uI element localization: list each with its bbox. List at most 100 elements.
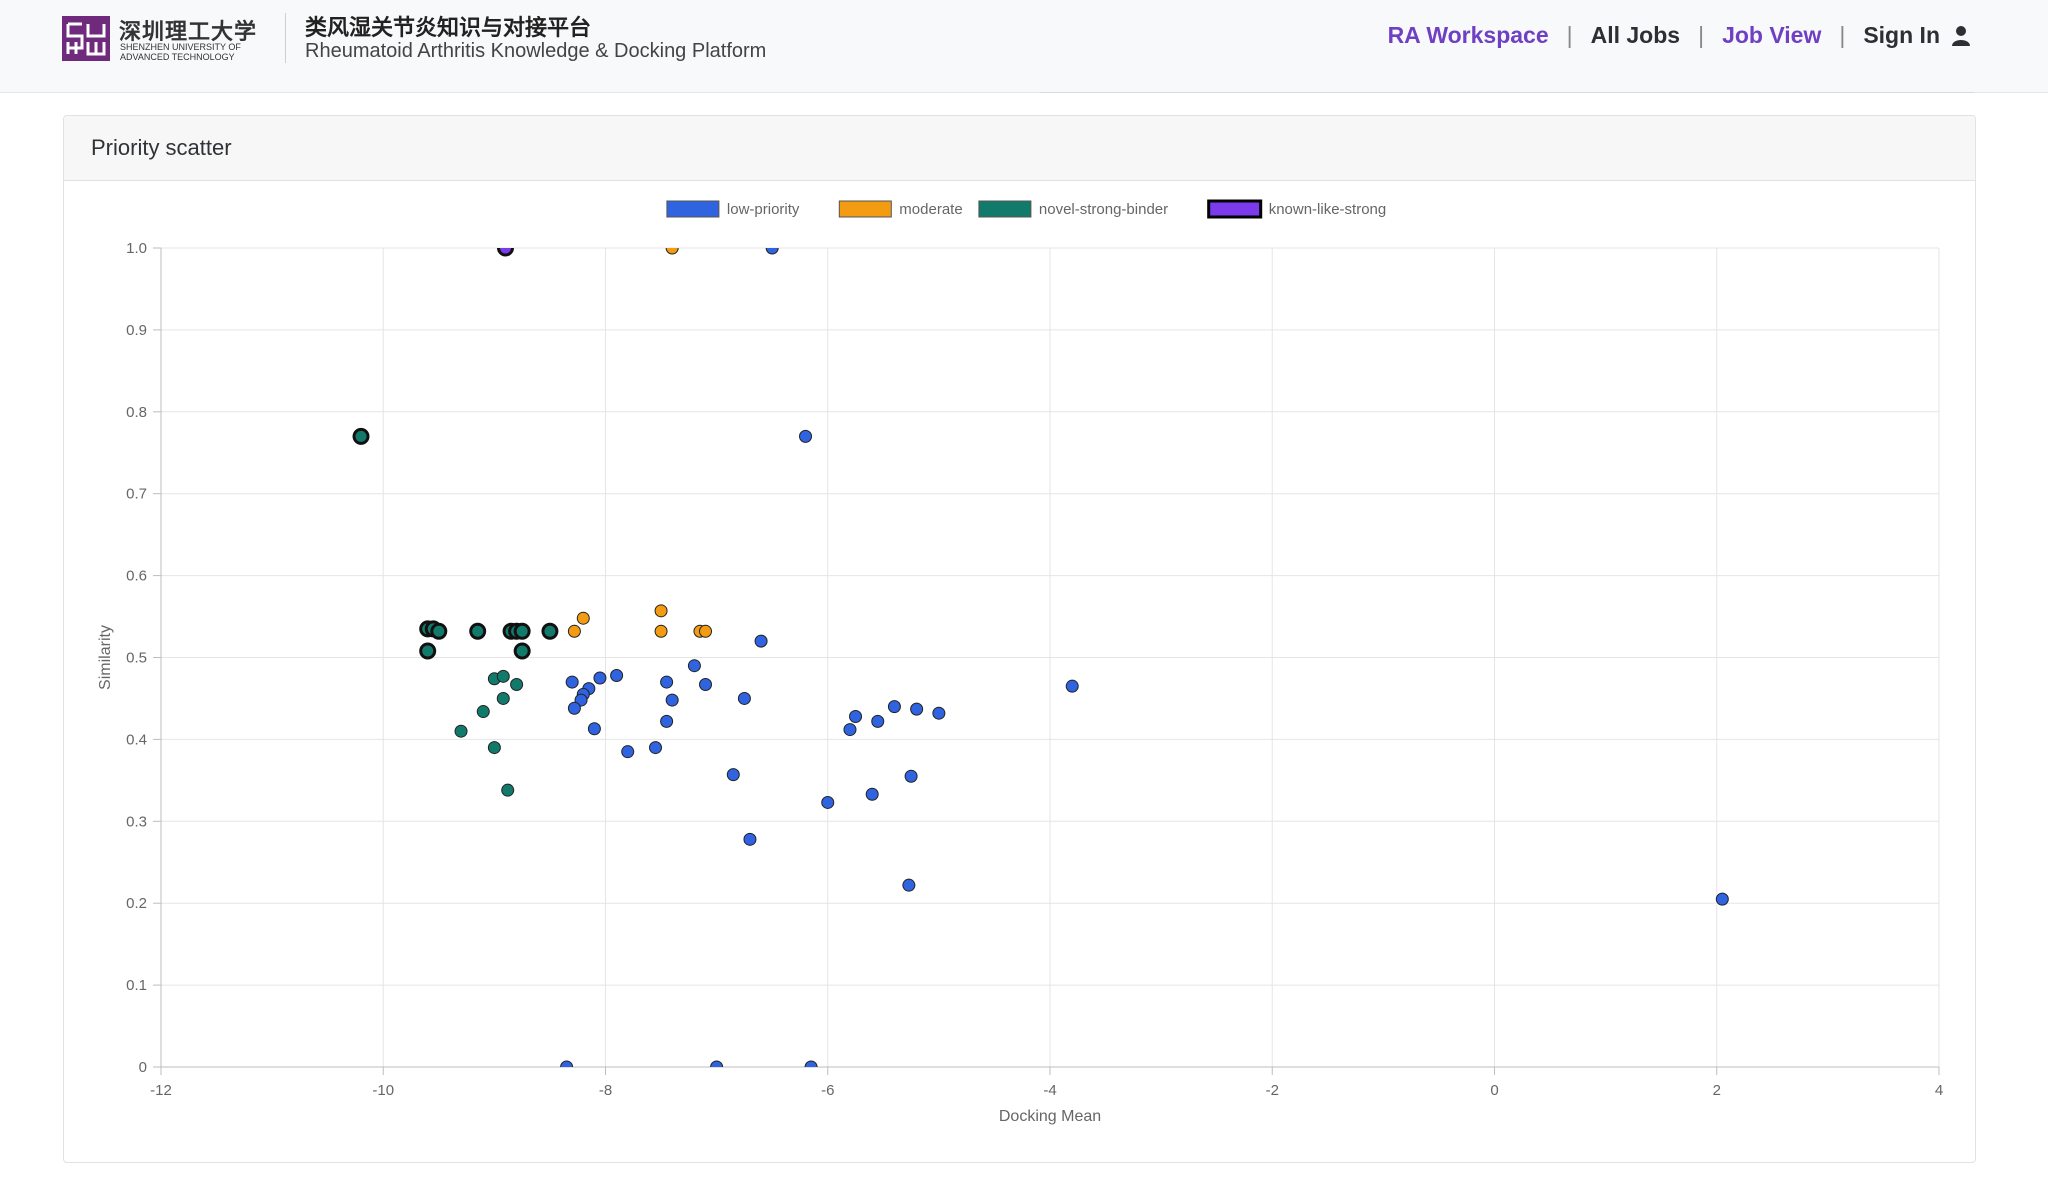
x-tick-label: -6	[821, 1082, 834, 1099]
legend-swatch-low-priority	[666, 200, 720, 218]
data-point-low-priority	[849, 709, 863, 723]
data-point-known-like-strong	[496, 248, 514, 257]
legend-label-novel-strong-binder: novel-strong-binder	[1039, 201, 1168, 218]
main-nav: RA Workspace | All Jobs | Job View | Sig…	[1388, 22, 1970, 49]
data-point-novel-strong-binder	[496, 669, 510, 683]
data-point-low-priority	[1715, 892, 1729, 906]
y-axis-title: Similarity	[97, 625, 114, 690]
nav-separator: |	[1698, 22, 1705, 48]
nav-ra-workspace[interactable]: RA Workspace	[1388, 22, 1549, 49]
data-point-novel-strong-binder	[469, 622, 487, 640]
data-point-novel-strong-binder	[476, 705, 490, 719]
data-point-low-priority	[754, 634, 768, 648]
y-tick-label: 0.2	[126, 895, 147, 912]
priority-scatter-card: Priority scatter -12 -10 -8 -6 -4 -2 0 2 4 0 0.1 0.…	[63, 115, 1976, 1163]
y-tick-label: 0.6	[126, 568, 147, 585]
data-point-low-priority	[904, 769, 918, 783]
priority-scatter-chart: -12 -10 -8 -6 -4 -2 0 2 4 0 0.1 0.2 0.3 0.4 0.5 0.6 0.7 0…	[97, 199, 1943, 1125]
nav-job-view[interactable]: Job View	[1722, 22, 1821, 49]
x-tick-label: 2	[1713, 1082, 1721, 1099]
data-point-low-priority	[660, 714, 674, 728]
y-tick-label: 0.1	[126, 977, 147, 994]
data-point-low-priority	[843, 723, 857, 737]
data-point-novel-strong-binder	[501, 783, 515, 797]
y-tick-label: 1.0	[126, 240, 147, 257]
platform-title-chinese: 类风湿关节炎知识与对接平台	[305, 15, 592, 40]
y-tick-label: 0.5	[126, 650, 147, 667]
header-divider	[285, 13, 286, 63]
university-logo-icon[interactable]	[62, 16, 110, 61]
x-tick-label: 4	[1935, 1082, 1943, 1099]
card-title: Priority scatter	[64, 116, 1975, 181]
data-point-low-priority	[567, 701, 581, 715]
platform-title-english: Rheumatoid Arthritis Knowledge & Docking…	[305, 40, 767, 62]
data-point-low-priority	[821, 795, 835, 809]
data-point-low-priority	[687, 659, 701, 673]
data-point-moderate	[654, 604, 668, 618]
nav-sign-in[interactable]: Sign In	[1863, 22, 1940, 49]
data-point-low-priority	[593, 671, 607, 685]
data-point-moderate	[699, 624, 713, 638]
y-tick-label: 0.4	[126, 731, 147, 748]
x-tick-label: -2	[1266, 1082, 1279, 1099]
data-point-low-priority	[699, 678, 713, 692]
data-point-low-priority	[710, 1060, 724, 1067]
data-point-low-priority	[660, 675, 674, 689]
data-point-novel-strong-binder	[496, 691, 510, 705]
data-point-low-priority	[887, 700, 901, 714]
y-tick-label: 0.3	[126, 813, 147, 830]
x-axis-title: Docking Mean	[999, 1108, 1101, 1125]
data-point-low-priority	[560, 1060, 574, 1067]
legend-label-moderate: moderate	[899, 201, 962, 218]
x-tick-label: -4	[1043, 1082, 1056, 1099]
data-point-low-priority	[804, 1060, 818, 1067]
data-point-novel-strong-binder	[541, 622, 559, 640]
data-point-novel-strong-binder	[513, 642, 531, 660]
data-point-moderate	[567, 624, 581, 638]
nav-underline	[1040, 92, 1974, 93]
data-point-novel-strong-binder	[430, 622, 448, 640]
y-tick-label: 0.8	[126, 404, 147, 421]
data-point-moderate	[576, 611, 590, 625]
data-point-low-priority	[726, 768, 740, 782]
nav-all-jobs[interactable]: All Jobs	[1591, 22, 1680, 49]
data-point-novel-strong-binder	[419, 642, 437, 660]
data-point-low-priority	[902, 878, 916, 892]
data-point-low-priority	[649, 741, 663, 755]
legend-label-known-like-strong: known-like-strong	[1269, 201, 1387, 218]
x-tick-label: -8	[599, 1082, 612, 1099]
data-point-low-priority	[871, 714, 885, 728]
nav-separator: |	[1839, 22, 1846, 48]
data-point-low-priority	[565, 675, 579, 689]
x-tick-label: -10	[372, 1082, 394, 1099]
data-point-low-priority	[737, 691, 751, 705]
top-navbar: 深圳理工大学 SHENZHEN UNIVERSITY OF ADVANCED T…	[0, 0, 2048, 93]
legend-label-low-priority: low-priority	[727, 201, 800, 218]
y-tick-label: 0.9	[126, 322, 147, 339]
data-point-novel-strong-binder	[513, 622, 531, 640]
legend-swatch-moderate	[838, 200, 892, 218]
data-point-low-priority	[799, 429, 813, 443]
data-point-low-priority	[610, 669, 624, 683]
y-tick-label: 0	[139, 1059, 147, 1076]
data-point-novel-strong-binder	[487, 741, 501, 755]
data-point-low-priority	[1065, 679, 1079, 693]
user-icon[interactable]	[1952, 25, 1970, 47]
data-point-low-priority	[621, 745, 635, 759]
data-point-novel-strong-binder	[454, 724, 468, 738]
y-tick-label: 0.7	[126, 486, 147, 503]
data-point-novel-strong-binder	[510, 678, 524, 692]
logo-english-name: SHENZHEN UNIVERSITY OF ADVANCED TECHNOLO…	[120, 42, 241, 62]
x-tick-label: -12	[150, 1082, 172, 1099]
nav-separator: |	[1566, 22, 1573, 48]
data-point-low-priority	[665, 693, 679, 707]
data-point-low-priority	[587, 722, 601, 736]
data-point-low-priority	[743, 832, 757, 846]
legend-swatch-novel-strong-binder	[978, 200, 1032, 218]
data-point-low-priority	[932, 706, 946, 720]
data-point-moderate	[654, 624, 668, 638]
x-tick-label: 0	[1490, 1082, 1498, 1099]
data-point-low-priority	[765, 248, 779, 255]
data-point-novel-strong-binder	[352, 427, 370, 445]
data-point-low-priority	[910, 702, 924, 716]
